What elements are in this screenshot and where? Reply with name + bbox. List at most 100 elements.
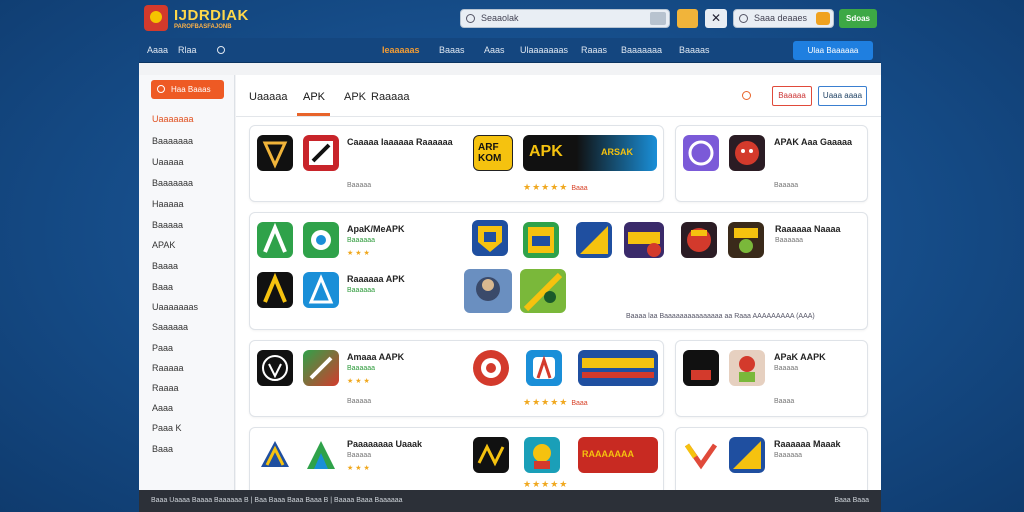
app-icon[interactable] — [729, 135, 765, 171]
nav-item-baaaaaaa[interactable]: Baaaaaaa — [621, 45, 662, 55]
tab-uaaaaa[interactable]: Uaaaaa — [249, 91, 288, 103]
app-title[interactable]: APAK Aaa Gaaaaa — [774, 137, 852, 147]
sidebar-cta-button[interactable]: Haa Baaas — [151, 80, 224, 99]
sidebar-item[interactable]: APAK — [152, 240, 175, 250]
banner-icon[interactable] — [578, 350, 658, 386]
star-rating: ★★★★★ — [523, 479, 569, 489]
sidebar-item[interactable]: Aaaa — [152, 403, 173, 413]
app-rating-small: ★ ★ ★ — [347, 250, 370, 257]
footer-links[interactable]: Baaa Uaaaa Baaaa Baaaaaa B | Baa Baaa Ba… — [151, 497, 403, 504]
sidebar-item[interactable]: Baaaaaaa — [152, 136, 193, 146]
sidebar-item[interactable]: Uaaaaaaa — [152, 114, 194, 124]
nav-item-active[interactable]: Ieaaaaas — [382, 45, 420, 55]
sidebar-item[interactable]: Baaa — [152, 282, 173, 292]
game-icon[interactable] — [624, 222, 664, 258]
app-icon[interactable] — [303, 272, 339, 308]
app-icon[interactable] — [257, 437, 293, 473]
app-card[interactable]: Raaaaaa Maaak Baaaaaa — [675, 427, 868, 490]
tab-apk-active[interactable]: APK — [303, 91, 325, 103]
nav-item-raaas[interactable]: Raaas — [581, 45, 607, 55]
app-icon[interactable] — [303, 222, 339, 258]
app-title[interactable]: Amaaa AAPK — [347, 352, 404, 362]
game-icon[interactable] — [520, 269, 566, 313]
tab-apk[interactable]: APK — [344, 91, 366, 103]
tab-raaaaa[interactable]: Raaaaa — [371, 91, 410, 103]
filter-button[interactable]: Baaaaa — [772, 86, 812, 106]
sidebar-item[interactable]: Uaaaaaaas — [152, 302, 198, 312]
sidebar-item[interactable]: Raaaa — [152, 383, 179, 393]
nav-cta-button[interactable]: Ulaa Baaaaaa — [793, 41, 873, 60]
game-icon[interactable] — [523, 222, 559, 258]
app-title[interactable]: ApaK/MeAPK — [347, 224, 405, 234]
nav-item-baaas[interactable]: Baaas — [439, 45, 465, 55]
app-card[interactable]: Amaaa AAPK Baaaaaa ★ ★ ★ Baaaaa ★★★★★ Baa… — [249, 340, 664, 417]
app-icon[interactable] — [303, 437, 339, 473]
app-icon[interactable] — [681, 222, 717, 258]
sidebar-item[interactable]: Uaaaaa — [152, 157, 184, 167]
main-search-input[interactable]: Seaaolak — [460, 9, 670, 28]
game-icon[interactable] — [464, 269, 512, 313]
banner-icon[interactable]: APK ARSAK — [523, 135, 657, 171]
secondary-search-input[interactable]: Saaa deaaes — [733, 9, 834, 28]
sidebar-item[interactable]: Baaa — [152, 444, 173, 454]
nav-search-icon[interactable] — [217, 46, 225, 54]
app-icon[interactable] — [257, 222, 293, 258]
app-card[interactable]: Caaaaa Iaaaaaa Raaaaaa Baaaaa ARF KOM AP… — [249, 125, 664, 202]
app-icon[interactable] — [303, 350, 339, 386]
nav-item-ulaaaaaaas[interactable]: Ulaaaaaaas — [520, 45, 568, 55]
app-title[interactable]: Raaaaaa Maaak — [774, 439, 841, 449]
app-icon[interactable] — [729, 437, 765, 473]
secondary-search-button[interactable] — [816, 12, 830, 25]
sidebar-item[interactable]: Baaaaa — [152, 220, 183, 230]
app-icon[interactable] — [728, 222, 764, 258]
app-icon[interactable] — [303, 135, 339, 171]
search-submit-button[interactable] — [650, 12, 666, 25]
app-title[interactable]: Caaaaa Iaaaaaa Raaaaaa — [347, 137, 453, 147]
nav-item-baaaas[interactable]: Baaaas — [679, 45, 710, 55]
header-action-button[interactable]: Sdoas — [839, 9, 877, 28]
logo-subtitle: PAROFBASFAJONB — [174, 24, 232, 30]
app-icon[interactable] — [257, 272, 293, 308]
app-title[interactable]: Raaaaaa Naaaa — [775, 224, 841, 234]
app-icon[interactable] — [729, 350, 765, 386]
sidebar-item[interactable]: Paaa K — [152, 423, 182, 433]
footer-right-links[interactable]: Baaa Baaa — [834, 497, 869, 504]
content-area: Uaaaaa APK APK Raaaaa Baaaaa Uaaa aaaa C… — [236, 75, 881, 490]
nav-item-rlaa[interactable]: Rlaa — [178, 45, 197, 55]
site-logo[interactable]: IJDRDIAK PAROFBASFAJONB — [144, 5, 248, 33]
sidebar-item[interactable]: Saaaaaa — [152, 322, 188, 332]
app-card[interactable]: Paaaaaaaa Uaaak Baaaaa ★ ★ ★ RAAAAAAA ★★… — [249, 427, 664, 490]
nav-item-aaas[interactable]: Aaas — [484, 45, 505, 55]
app-icon[interactable] — [473, 437, 509, 473]
sort-button[interactable]: Uaaa aaaa — [818, 86, 867, 106]
sidebar-item[interactable]: Haaaaa — [152, 199, 184, 209]
app-icon[interactable] — [257, 135, 293, 171]
nav-item-home[interactable]: Aaaa — [147, 45, 168, 55]
app-icon[interactable] — [683, 135, 719, 171]
favorites-button[interactable] — [677, 9, 698, 28]
sidebar-item[interactable]: Paaa — [152, 343, 173, 353]
app-rating-small: ★ ★ ★ — [347, 465, 370, 472]
app-title[interactable]: Paaaaaaaa Uaaak — [347, 439, 422, 449]
app-icon[interactable] — [473, 350, 509, 386]
sidebar-item[interactable]: Raaaaa — [152, 363, 184, 373]
app-meta: Baaaaa — [774, 182, 799, 189]
close-icon[interactable]: ✕ — [705, 9, 727, 28]
app-icon[interactable] — [683, 437, 719, 473]
app-title[interactable]: APaK AAPK — [774, 352, 826, 362]
app-icon[interactable] — [524, 437, 560, 473]
game-icon[interactable] — [576, 222, 612, 258]
sidebar-item[interactable]: Baaaaaaa — [152, 178, 193, 188]
app-icon[interactable] — [526, 350, 562, 386]
banner-icon[interactable]: RAAAAAAA — [578, 437, 658, 473]
search-icon[interactable] — [742, 91, 751, 100]
app-card[interactable]: ApaK/MeAPK Baaaaaa ★ ★ ★ Raaaaaa APK Baa… — [249, 212, 868, 330]
app-icon[interactable] — [683, 350, 719, 386]
app-title[interactable]: Raaaaaa APK — [347, 274, 405, 284]
app-card[interactable]: APAK Aaa Gaaaaa Baaaaa — [675, 125, 868, 202]
app-icon[interactable] — [257, 350, 293, 386]
game-icon[interactable] — [472, 220, 508, 256]
app-card[interactable]: APaK AAPK Baaaaa Baaaa — [675, 340, 868, 417]
sidebar-item[interactable]: Baaaa — [152, 261, 178, 271]
banner-icon[interactable]: ARF KOM — [473, 135, 513, 171]
